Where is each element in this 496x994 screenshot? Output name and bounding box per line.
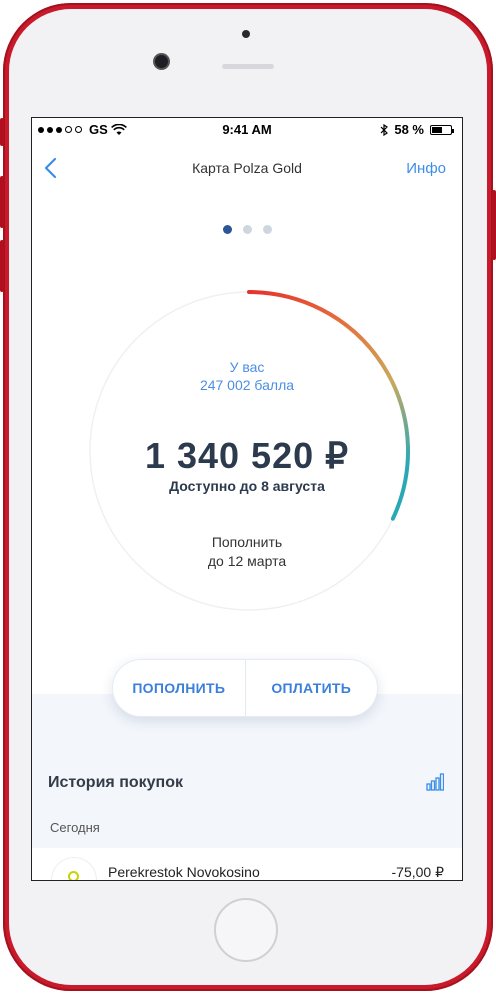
earpiece-speaker: [222, 64, 274, 69]
page-dot[interactable]: [222, 225, 232, 234]
transaction-amount: -75,00 ₽: [391, 864, 445, 880]
power-button: [492, 190, 496, 260]
merchant-name: Perekrestok Novokosino: [108, 864, 260, 880]
points-value: 247 002 балла: [199, 377, 295, 393]
pay-button[interactable]: ОПЛАТИТЬ: [246, 660, 378, 716]
bar-chart-icon[interactable]: [426, 773, 444, 791]
page-title: Карта Polza Gold: [192, 160, 302, 176]
action-buttons: ПОПОЛНИТЬ ОПЛАТИТЬ: [112, 659, 378, 717]
topup-button[interactable]: ПОПОЛНИТЬ: [113, 660, 245, 716]
balance-amount: 1 340 520 ₽: [144, 435, 350, 476]
volume-down-button: [0, 240, 4, 292]
status-bar: GS 9:41 AM 58 %: [32, 118, 462, 140]
page-dot[interactable]: [242, 225, 252, 234]
battery-percent: 58 %: [394, 122, 424, 137]
history-title: История покупок: [48, 774, 183, 791]
mute-switch: [0, 118, 4, 146]
available-until: Доступно до 8 августа: [169, 478, 325, 494]
points-label: У вас: [229, 359, 265, 375]
front-camera: [155, 55, 168, 68]
topup-hint: Пополнить: [211, 534, 283, 550]
info-link[interactable]: Инфо: [406, 160, 446, 177]
battery-icon: [430, 124, 454, 135]
home-button[interactable]: [214, 898, 278, 962]
history-date: Сегодня: [50, 820, 100, 835]
page-dot[interactable]: [262, 225, 272, 234]
app-screen: GS 9:41 AM 58 % Карта Polza Gold Инфо У …: [31, 117, 463, 881]
topup-deadline: до 12 марта: [207, 553, 287, 569]
bluetooth-icon: [380, 123, 389, 136]
proximity-sensor: [242, 30, 250, 38]
navigation-bar: Карта Polza Gold Инфо: [32, 150, 462, 186]
volume-up-button: [0, 176, 4, 228]
status-right: 58 %: [380, 122, 454, 137]
page-indicator[interactable]: [32, 225, 462, 234]
list-item[interactable]: Perekrestok Novokosino -75,00 ₽: [32, 848, 462, 880]
merchant-logo: [52, 858, 96, 880]
